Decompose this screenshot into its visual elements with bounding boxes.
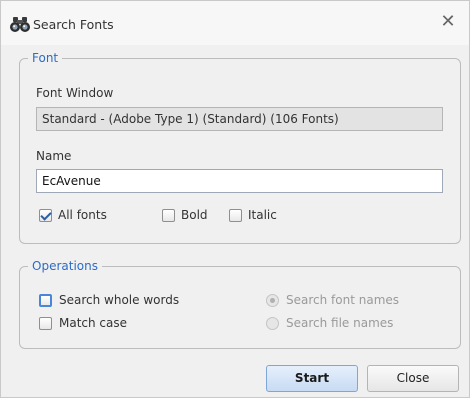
search-whole-words-label: Search whole words bbox=[59, 293, 180, 307]
font-window-field: Standard - (Adobe Type 1) (Standard) (10… bbox=[36, 107, 443, 131]
search-file-names-radio[interactable] bbox=[266, 317, 279, 330]
search-file-names-label: Search file names bbox=[286, 316, 394, 330]
search-font-names-label: Search font names bbox=[286, 293, 400, 307]
match-case-label: Match case bbox=[59, 316, 128, 330]
name-input[interactable] bbox=[36, 169, 443, 193]
all-fonts-label: All fonts bbox=[58, 208, 107, 222]
start-button[interactable]: Start bbox=[266, 365, 358, 392]
name-label: Name bbox=[36, 149, 72, 163]
italic-label: Italic bbox=[248, 208, 277, 222]
font-window-label: Font Window bbox=[36, 86, 114, 100]
binoculars-icon bbox=[9, 17, 31, 33]
italic-checkbox[interactable] bbox=[229, 209, 242, 222]
search-fonts-dialog: Search Fonts ✕ Font Font Window Standard… bbox=[0, 0, 470, 398]
search-whole-words-checkbox[interactable] bbox=[39, 294, 52, 307]
operations-group-legend: Operations bbox=[32, 259, 98, 273]
close-button[interactable]: Close bbox=[367, 365, 459, 392]
window-title: Search Fonts bbox=[33, 17, 114, 32]
close-icon[interactable]: ✕ bbox=[437, 11, 459, 33]
search-font-names-radio[interactable] bbox=[266, 294, 279, 307]
font-group-legend: Font bbox=[32, 51, 59, 65]
bold-label: Bold bbox=[181, 208, 208, 222]
title-bar: Search Fonts ✕ bbox=[1, 1, 469, 45]
bold-checkbox[interactable] bbox=[162, 209, 175, 222]
match-case-checkbox[interactable] bbox=[39, 317, 52, 330]
all-fonts-checkbox[interactable] bbox=[39, 209, 52, 222]
